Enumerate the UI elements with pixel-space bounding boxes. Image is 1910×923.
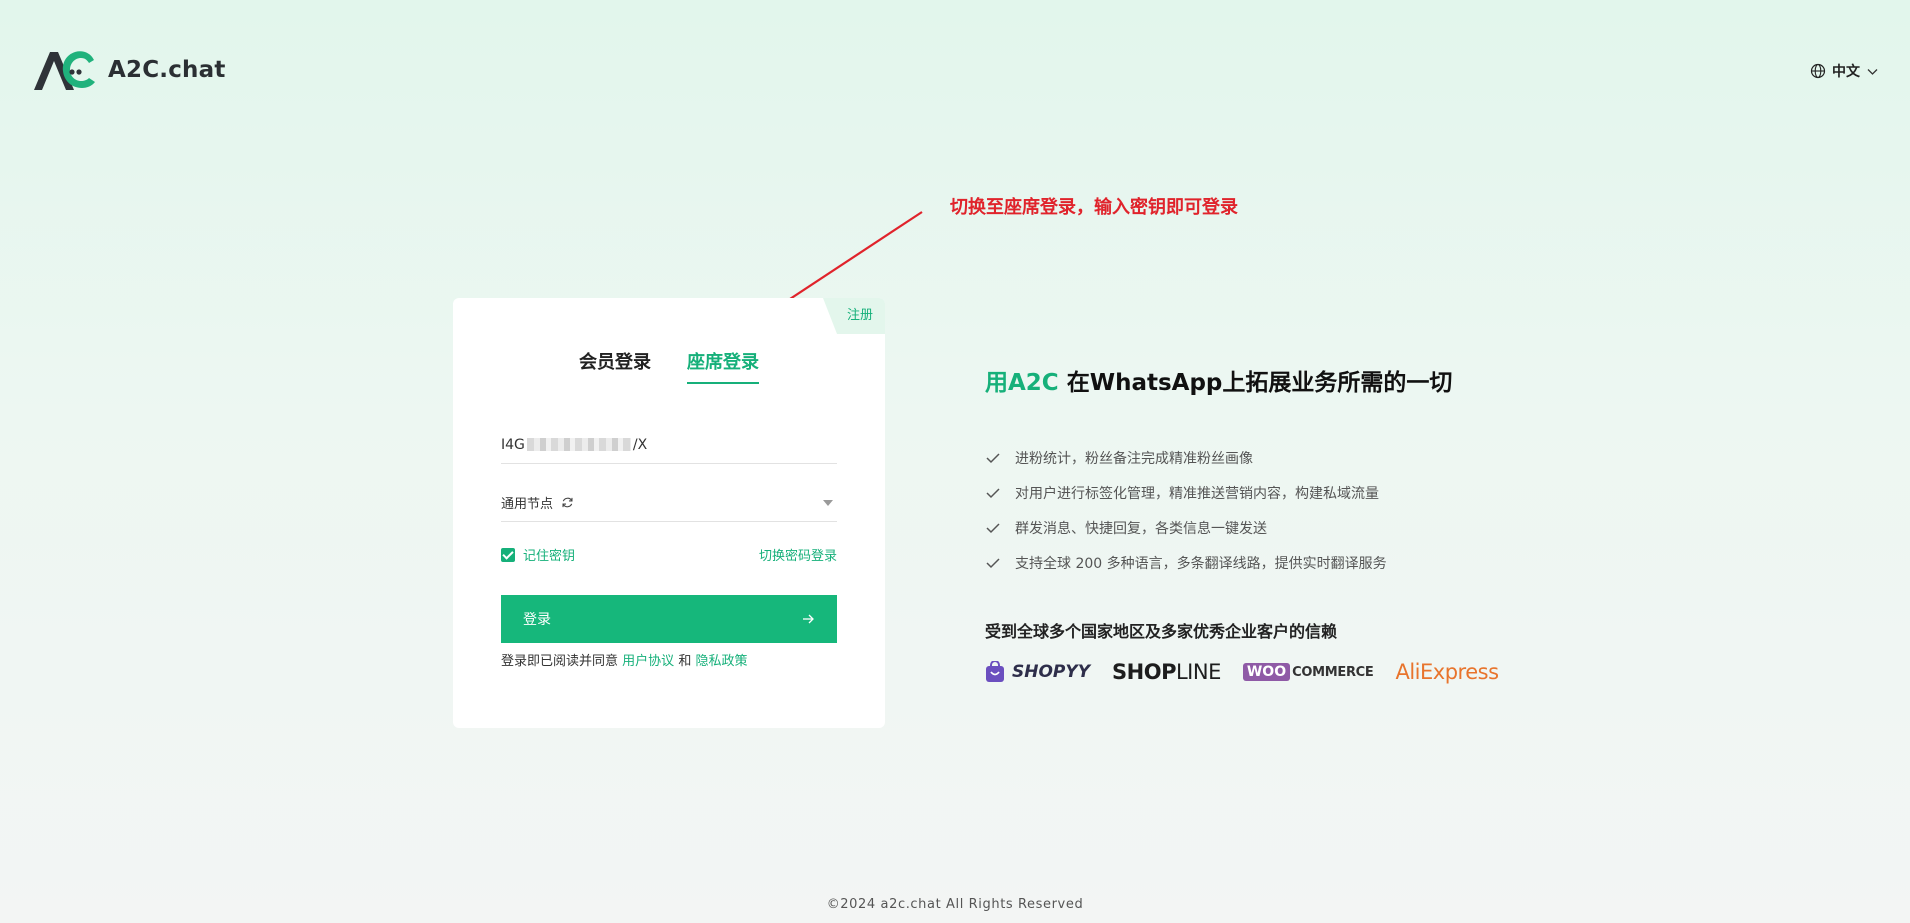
redacted-key-mask xyxy=(526,438,631,451)
brand-logo[interactable]: A2C.chat xyxy=(32,48,226,92)
feature-text: 群发消息、快捷回复，各类信息一键发送 xyxy=(1015,520,1267,537)
agreement-text: 登录即已阅读并同意 用户协议 和 隐私政策 xyxy=(501,650,747,669)
user-agreement-link[interactable]: 用户协议 xyxy=(622,654,674,669)
a2c-logo-icon xyxy=(34,51,95,90)
refresh-icon[interactable] xyxy=(561,496,574,509)
partner-logos: SHOPYY SHOPLINE WOO COMMERCE AliExpress xyxy=(985,660,1499,684)
login-card: 注册 会员登录 座席登录 I4G /X 通用节点 记住密钥 切换密码登录 登录 … xyxy=(453,298,885,728)
feature-item: 支持全球 200 多种语言，多条翻译线路，提供实时翻译服务 xyxy=(985,545,1387,580)
remember-key-checkbox[interactable]: 记住密钥 xyxy=(501,545,575,564)
shopline-logo: SHOPLINE xyxy=(1112,660,1221,684)
tab-member-login[interactable]: 会员登录 xyxy=(579,348,651,384)
remember-key-label: 记住密钥 xyxy=(523,549,576,564)
headline-rest: 在WhatsApp上拓展业务所需的一切 xyxy=(1058,370,1453,396)
logo-text: A2C.chat xyxy=(108,57,226,83)
shopping-bag-icon xyxy=(986,661,1004,682)
node-selected-value: 通用节点 xyxy=(501,497,554,512)
shopline-bold: SHOP xyxy=(1112,660,1176,684)
check-icon xyxy=(986,487,1000,498)
language-selector[interactable]: 中文 xyxy=(1810,61,1878,81)
footer-copyright: ©2024 a2c.chat All Rights Reserved xyxy=(826,897,1084,912)
privacy-policy-link[interactable]: 隐私政策 xyxy=(695,654,747,669)
register-link[interactable]: 注册 xyxy=(823,298,885,334)
shopyy-text: SHOPYY xyxy=(1012,662,1091,682)
feature-item: 进粉统计，粉丝备注完成精准粉丝画像 xyxy=(985,440,1387,475)
trust-statement: 受到全球多个国家地区及多家优秀企业客户的信赖 xyxy=(985,622,1338,641)
shopline-thin: LINE xyxy=(1175,660,1221,684)
agreement-prefix: 登录即已阅读并同意 xyxy=(501,654,619,669)
arrow-right-icon xyxy=(803,614,814,624)
login-button[interactable]: 登录 xyxy=(501,595,837,643)
chevron-down-icon xyxy=(1867,68,1878,75)
headline-accent: 用A2C xyxy=(985,370,1059,396)
key-value-suffix: /X xyxy=(632,436,648,453)
check-icon xyxy=(986,452,1000,463)
marketing-headline: 用A2C 在WhatsApp上拓展业务所需的一切 xyxy=(985,363,1452,397)
login-button-label: 登录 xyxy=(523,611,551,627)
globe-icon xyxy=(1810,63,1826,79)
woocommerce-logo: WOO COMMERCE xyxy=(1242,663,1374,681)
language-label: 中文 xyxy=(1832,64,1860,80)
feature-item: 群发消息、快捷回复，各类信息一键发送 xyxy=(985,510,1387,545)
feature-text: 对用户进行标签化管理，精准推送营销内容，构建私域流量 xyxy=(1015,485,1379,502)
node-select[interactable]: 通用节点 xyxy=(501,484,837,522)
login-tabs: 会员登录 座席登录 xyxy=(453,348,885,384)
woo-text: COMMERCE xyxy=(1292,664,1374,680)
feature-text: 支持全球 200 多种语言，多条翻译线路，提供实时翻译服务 xyxy=(1015,555,1387,572)
switch-password-login-link[interactable]: 切换密码登录 xyxy=(759,545,837,564)
secret-key-input[interactable]: I4G /X xyxy=(501,426,837,464)
key-value-prefix: I4G xyxy=(501,436,525,453)
feature-item: 对用户进行标签化管理，精准推送营销内容，构建私域流量 xyxy=(985,475,1387,510)
feature-list: 进粉统计，粉丝备注完成精准粉丝画像 对用户进行标签化管理，精准推送营销内容，构建… xyxy=(985,440,1387,580)
agreement-and: 和 xyxy=(678,654,692,669)
shopyy-logo: SHOPYY xyxy=(985,661,1090,683)
feature-text: 进粉统计，粉丝备注完成精准粉丝画像 xyxy=(1015,450,1253,467)
tab-agent-login[interactable]: 座席登录 xyxy=(687,348,759,384)
caret-down-icon xyxy=(823,500,833,506)
checkbox-checked-icon xyxy=(501,547,515,562)
aliexpress-logo: AliExpress xyxy=(1395,660,1499,684)
annotation-callout: 切换至座席登录，输入密钥即可登录 xyxy=(950,197,1238,218)
check-icon xyxy=(986,557,1000,568)
woo-badge: WOO xyxy=(1242,663,1291,681)
check-icon xyxy=(986,522,1000,533)
